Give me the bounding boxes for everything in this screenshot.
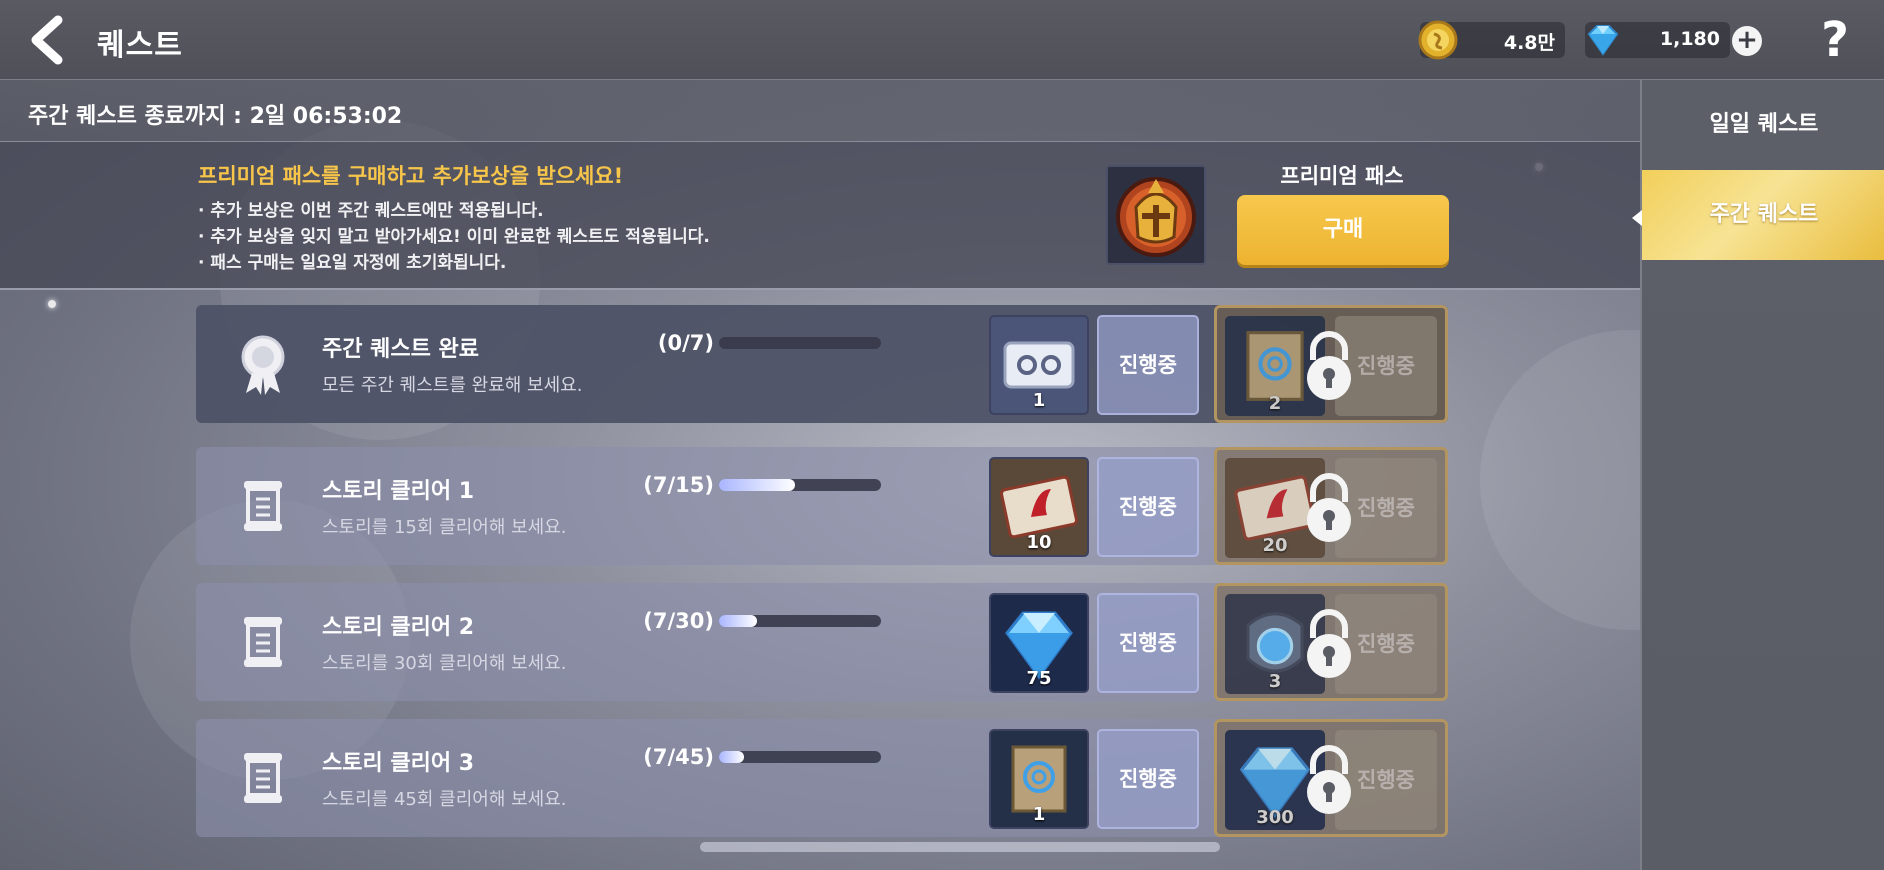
medal-icon xyxy=(226,327,300,401)
lock-icon xyxy=(1307,473,1351,542)
lock-icon xyxy=(1307,609,1351,678)
quest-row: 스토리 클리어 3 스토리를 45회 클리어해 보세요. (7/45) 1 진행중 300… xyxy=(196,719,1448,837)
quest-status-button[interactable]: 진행중 xyxy=(1097,457,1199,557)
reward-slot[interactable]: 75 xyxy=(989,593,1089,693)
helmet-emblem-icon xyxy=(1116,177,1196,257)
back-button[interactable] xyxy=(22,12,78,68)
top-bar: 퀘스트 4.8만 1,180 + ? xyxy=(0,0,1884,80)
premium-reward-area: 300 진행중 xyxy=(1214,719,1448,837)
quest-description: 스토리를 15회 클리어해 보세요. xyxy=(322,517,567,538)
premium-info-line: · 패스 구매는 일요일 자정에 초기화됩니다. xyxy=(198,253,507,273)
quest-progress-count: (0/7) xyxy=(657,331,714,355)
quest-title: 스토리 클리어 3 xyxy=(322,751,475,776)
premium-pass-label: 프리미엄 패스 xyxy=(1280,164,1404,188)
timer-bar: 주간 퀘스트 종료까지 : 2일 06:53:02 xyxy=(0,80,1640,142)
page-title: 퀘스트 xyxy=(97,28,183,63)
gem-currency: 1,180 xyxy=(1585,22,1730,58)
lock-icon xyxy=(1307,331,1351,400)
add-gem-button[interactable]: + xyxy=(1732,26,1762,56)
reward-count: 10 xyxy=(1026,532,1052,553)
quest-scroll-icon xyxy=(226,605,300,679)
quest-progress-bar xyxy=(719,615,881,627)
reward-count: 1 xyxy=(1032,390,1046,411)
lock-icon xyxy=(1307,745,1351,814)
premium-title: 프리미엄 패스를 구매하고 추가보상을 받으세요! xyxy=(198,164,624,188)
quest-scroll-icon xyxy=(226,469,300,543)
reward-slot[interactable]: 10 xyxy=(989,457,1089,557)
reward-count: 1 xyxy=(1032,804,1046,825)
quest-type-panel: 일일 퀘스트 주간 퀘스트 xyxy=(1640,80,1884,870)
quest-progress-fill xyxy=(719,479,795,491)
quest-row: 주간 퀘스트 완료모든 주간 퀘스트를 완료해 보세요. (0/7) 1 진행중 2 진행… xyxy=(196,305,1448,423)
quest-title: 스토리 클리어 2 xyxy=(322,615,475,640)
premium-reward-area: 2 진행중 xyxy=(1214,305,1448,423)
premium-info-line: · 추가 보상은 이번 주간 퀘스트에만 적용됩니다. xyxy=(198,201,544,221)
premium-info-line: · 추가 보상을 잊지 말고 받아가세요! 이미 완료한 퀘스트도 적용됩니다. xyxy=(198,227,710,247)
tab-weekly-quest[interactable]: 주간 퀘스트 xyxy=(1642,170,1884,260)
quest-row: 스토리 클리어 1 스토리를 15회 클리어해 보세요. (7/15) 10 진행중 20… xyxy=(196,447,1448,565)
premium-banner: 프리미엄 패스를 구매하고 추가보상을 받으세요! · 추가 보상은 이번 주간… xyxy=(0,142,1640,290)
quest-progress-bar xyxy=(719,479,881,491)
premium-pass-emblem xyxy=(1106,165,1206,265)
selected-tab-pointer-icon xyxy=(1632,210,1642,226)
tab-daily-quest[interactable]: 일일 퀘스트 xyxy=(1642,80,1884,170)
list-scrollbar[interactable] xyxy=(700,842,1220,852)
quest-row: 스토리 클리어 2 스토리를 30회 클리어해 보세요. (7/30) 75 진행중 3 진… xyxy=(196,583,1448,701)
quest-description: 스토리를 45회 클리어해 보세요. xyxy=(322,789,567,810)
weekly-timer: 주간 퀘스트 종료까지 : 2일 06:53:02 xyxy=(28,104,403,129)
reward-slot[interactable]: 1 xyxy=(989,729,1089,829)
quest-progress-fill xyxy=(719,751,745,763)
quest-status-button[interactable]: 진행중 xyxy=(1097,729,1199,829)
buy-premium-button[interactable]: 구매 xyxy=(1237,195,1449,265)
quest-title: 스토리 클리어 1 xyxy=(322,479,475,504)
quest-progress-fill xyxy=(719,615,757,627)
quest-description: 모든 주간 퀘스트를 완료해 보세요. xyxy=(322,375,583,396)
premium-reward-area: 20 진행중 xyxy=(1214,447,1448,565)
quest-progress-count: (7/15) xyxy=(643,473,714,497)
premium-reward-area: 3 진행중 xyxy=(1214,583,1448,701)
gold-currency: 4.8만 xyxy=(1418,20,1565,60)
gold-coin-icon xyxy=(1418,20,1458,60)
quest-progress-bar xyxy=(719,337,881,349)
gold-amount: 4.8만 xyxy=(1503,32,1555,54)
diamond-icon xyxy=(1587,25,1619,56)
quest-progress-bar xyxy=(719,751,881,763)
quest-status-button[interactable]: 진행중 xyxy=(1097,315,1199,415)
reward-count: 75 xyxy=(1026,668,1052,689)
quest-title: 주간 퀘스트 완료 xyxy=(322,337,479,362)
quest-scroll-icon xyxy=(226,741,300,815)
quest-progress-count: (7/45) xyxy=(643,745,714,769)
gem-amount: 1,180 xyxy=(1659,28,1720,50)
back-arrow-icon xyxy=(31,15,63,65)
quest-status-button[interactable]: 진행중 xyxy=(1097,593,1199,693)
quest-progress-count: (7/30) xyxy=(643,609,714,633)
reward-slot[interactable]: 1 xyxy=(989,315,1089,415)
quest-description: 스토리를 30회 클리어해 보세요. xyxy=(322,653,567,674)
help-button[interactable]: ? xyxy=(1815,14,1855,66)
